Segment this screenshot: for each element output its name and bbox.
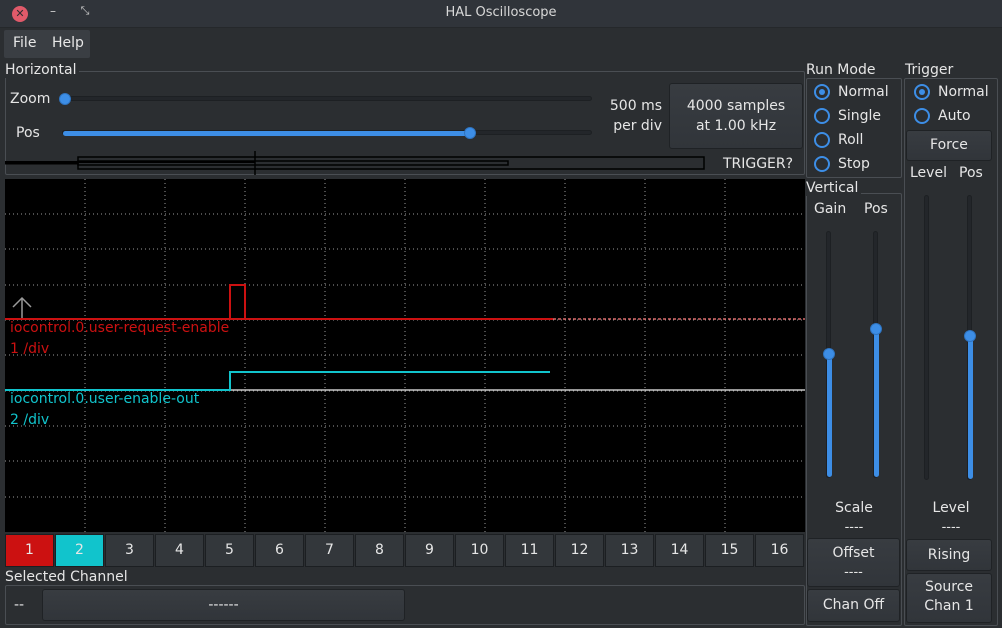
vertical-pos-label: Pos: [864, 201, 888, 217]
horizontal-title: Horizontal: [5, 62, 80, 78]
trace-2-scale: 2 /div: [10, 412, 50, 428]
zoom-slider-track[interactable]: [62, 96, 592, 101]
trigger-level-slider-track[interactable]: [924, 195, 929, 480]
time-per-div-unit: per div: [613, 118, 662, 134]
channel-button-9[interactable]: 9: [405, 534, 454, 567]
run-mode-stop-radio[interactable]: [814, 156, 830, 172]
run-mode-single-label[interactable]: Single: [838, 108, 881, 124]
scale-value: ----: [844, 520, 864, 535]
channel-button-11[interactable]: 11: [505, 534, 554, 567]
scale-label: Scale: [835, 500, 873, 516]
channel-button-15[interactable]: 15: [705, 534, 754, 567]
chan-off-button[interactable]: Chan Off: [807, 589, 900, 622]
trigger-source-label: Source: [924, 579, 974, 595]
trigger-source-channel: Chan 1: [924, 598, 974, 614]
pos-slider-handle[interactable]: [464, 127, 476, 139]
channel-button-1[interactable]: 1: [5, 534, 54, 567]
channel-button-10[interactable]: 10: [455, 534, 504, 567]
zoom-slider-handle[interactable]: [59, 93, 71, 105]
channel-button-6[interactable]: 6: [255, 534, 304, 567]
offset-label: Offset: [832, 545, 875, 561]
vertical-pos-slider-handle[interactable]: [870, 323, 882, 335]
vertical-pos-slider-fill: [874, 329, 879, 477]
trace-2-name: iocontrol.0.user-enable-out: [10, 391, 200, 407]
trigger-level-label: Level: [910, 165, 947, 181]
channel-button-3[interactable]: 3: [105, 534, 154, 567]
trigger-normal-label[interactable]: Normal: [938, 84, 989, 100]
channel-button-7[interactable]: 7: [305, 534, 354, 567]
run-mode-roll-radio[interactable]: [814, 132, 830, 148]
trigger-pos-label: Pos: [959, 165, 983, 181]
window-title: HAL Oscilloscope: [445, 5, 557, 20]
run-mode-normal-radio[interactable]: [814, 84, 830, 100]
channel-button-16[interactable]: 16: [755, 534, 804, 567]
zoom-label: Zoom: [10, 91, 51, 107]
time-per-div-value: 500 ms: [609, 98, 662, 114]
trigger-level-caption: Level: [932, 500, 970, 516]
trigger-pos-slider-handle[interactable]: [964, 330, 976, 342]
channel-button-4[interactable]: 4: [155, 534, 204, 567]
gain-label: Gain: [814, 201, 847, 217]
position-overview[interactable]: [5, 150, 710, 176]
menu-file[interactable]: File: [13, 35, 36, 51]
samples-count: 4000 samples: [686, 98, 786, 114]
channel-button-12[interactable]: 12: [555, 534, 604, 567]
channel-button-13[interactable]: 13: [605, 534, 654, 567]
gain-slider-handle[interactable]: [823, 348, 835, 360]
samples-rate: at 1.00 kHz: [695, 118, 777, 134]
force-button[interactable]: Force: [906, 130, 992, 161]
trigger-normal-radio[interactable]: [914, 84, 930, 100]
offset-value: ----: [844, 565, 863, 580]
run-mode-roll-label[interactable]: Roll: [838, 132, 863, 148]
pos-slider-fill: [63, 131, 468, 136]
channel-button-2[interactable]: 2: [55, 534, 104, 567]
run-mode-title: Run Mode: [806, 62, 879, 78]
trigger-arrow-icon: [12, 296, 32, 318]
gain-slider-fill: [827, 354, 832, 477]
channel-button-14[interactable]: 14: [655, 534, 704, 567]
run-mode-single-radio[interactable]: [814, 108, 830, 124]
selected-channel-title: Selected Channel: [5, 569, 131, 585]
trigger-auto-radio[interactable]: [914, 108, 930, 124]
run-mode-stop-label[interactable]: Stop: [838, 156, 870, 172]
scope-display[interactable]: iocontrol.0.user-request-enable 1 /div i…: [5, 179, 805, 532]
trigger-title: Trigger: [905, 62, 957, 78]
run-mode-normal-label[interactable]: Normal: [838, 84, 889, 100]
samples-button[interactable]: [669, 83, 803, 149]
trigger-auto-label[interactable]: Auto: [938, 108, 971, 124]
scope-canvas: [5, 179, 805, 532]
menu-help[interactable]: Help: [52, 35, 84, 51]
channel-button-5[interactable]: 5: [205, 534, 254, 567]
trigger-pos-slider-fill: [968, 336, 973, 479]
selected-signal-button[interactable]: ------: [42, 589, 405, 621]
channel-button-8[interactable]: 8: [355, 534, 404, 567]
trigger-status: TRIGGER?: [722, 156, 794, 172]
trace-1-scale: 1 /div: [10, 341, 50, 357]
menu-bar: [0, 28, 1002, 60]
trace-1-name: iocontrol.0.user-request-enable: [10, 320, 230, 336]
trigger-level-value: ----: [941, 520, 961, 535]
selected-channel-number: --: [14, 597, 25, 613]
pos-label: Pos: [16, 125, 40, 141]
rising-button[interactable]: Rising: [906, 539, 992, 571]
vertical-title: Vertical: [806, 180, 862, 196]
